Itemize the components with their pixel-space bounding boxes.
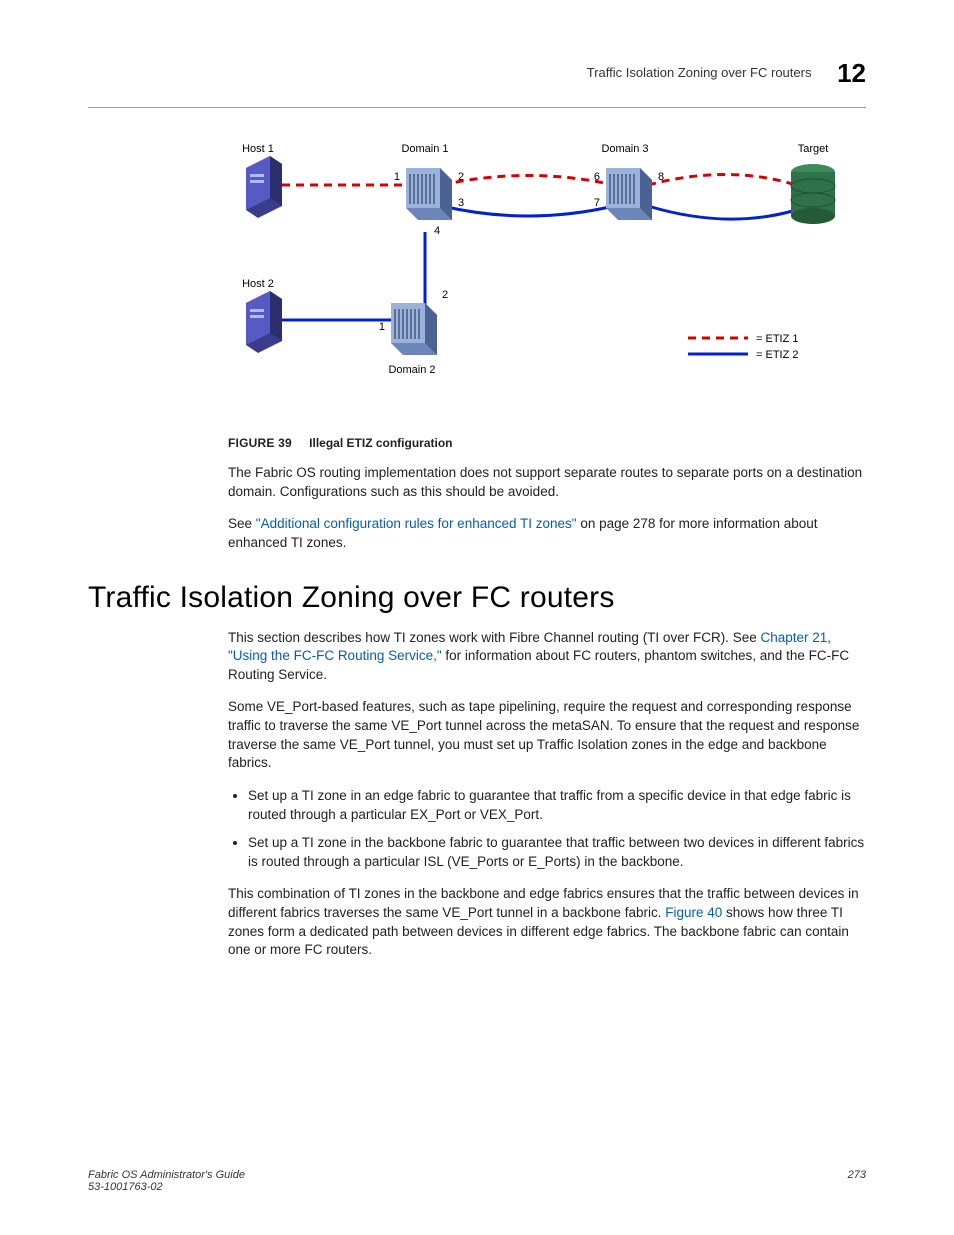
d3-p8: 8: [658, 171, 664, 183]
switch-domain1-icon: [406, 168, 452, 220]
switch-domain2-icon: [391, 303, 437, 355]
section-heading: Traffic Isolation Zoning over FC routers: [88, 581, 866, 615]
d1-p3: 3: [458, 197, 464, 209]
paragraph-3: This section describes how TI zones work…: [228, 629, 866, 685]
legend-etiz2: = ETIZ 2: [756, 349, 799, 361]
target-icon: [791, 164, 835, 224]
d2-p2: 2: [442, 289, 448, 301]
link-additional-config-rules[interactable]: "Additional configuration rules for enha…: [256, 516, 577, 531]
d3-p6: 6: [594, 171, 600, 183]
figure-caption: FIGURE 39 Illegal ETIZ configuration: [228, 436, 866, 450]
domain1-label: Domain 1: [401, 143, 448, 155]
host1-icon: [246, 156, 282, 218]
figure-diagram: Host 1 Host 2: [228, 138, 866, 428]
footer-guide: Fabric OS Administrator's Guide: [88, 1169, 245, 1181]
paragraph-1: The Fabric OS routing implementation doe…: [228, 464, 866, 501]
d1-p2: 2: [458, 171, 464, 183]
page-header: Traffic Isolation Zoning over FC routers…: [88, 58, 866, 89]
header-rule: [88, 107, 866, 108]
footer-docnum: 53-1001763-02: [88, 1181, 163, 1193]
d1-p1: 1: [394, 171, 400, 183]
p2-a: See: [228, 516, 256, 531]
bullet-list: Set up a TI zone in an edge fabric to gu…: [228, 787, 866, 872]
domain3-label: Domain 3: [601, 143, 648, 155]
paragraph-4: Some VE_Port-based features, such as tap…: [228, 698, 866, 773]
chapter-number: 12: [837, 58, 866, 89]
page-footer: 273 Fabric OS Administrator's Guide 53-1…: [88, 1169, 866, 1193]
d1-p4: 4: [434, 225, 440, 237]
page-number: 273: [848, 1169, 866, 1181]
link-figure-40[interactable]: Figure 40: [665, 905, 722, 920]
d2-p1: 1: [379, 321, 385, 333]
host2-label: Host 2: [242, 278, 274, 290]
paragraph-5: This combination of TI zones in the back…: [228, 885, 866, 960]
legend-etiz1: = ETIZ 1: [756, 333, 799, 345]
p3-a: This section describes how TI zones work…: [228, 630, 760, 645]
host2-icon: [246, 291, 282, 353]
target-label: Target: [798, 143, 829, 155]
bullet-2: Set up a TI zone in the backbone fabric …: [248, 834, 866, 871]
host1-label: Host 1: [242, 143, 274, 155]
paragraph-2: See "Additional configuration rules for …: [228, 515, 866, 552]
bullet-1: Set up a TI zone in an edge fabric to gu…: [248, 787, 866, 824]
figure-number: FIGURE 39: [228, 436, 292, 450]
legend: = ETIZ 1 = ETIZ 2: [688, 333, 799, 361]
figure-title: Illegal ETIZ configuration: [309, 436, 452, 450]
domain2-label: Domain 2: [388, 364, 435, 376]
d3-p7: 7: [594, 197, 600, 209]
header-title: Traffic Isolation Zoning over FC routers: [587, 65, 812, 80]
switch-domain3-icon: [606, 168, 652, 220]
